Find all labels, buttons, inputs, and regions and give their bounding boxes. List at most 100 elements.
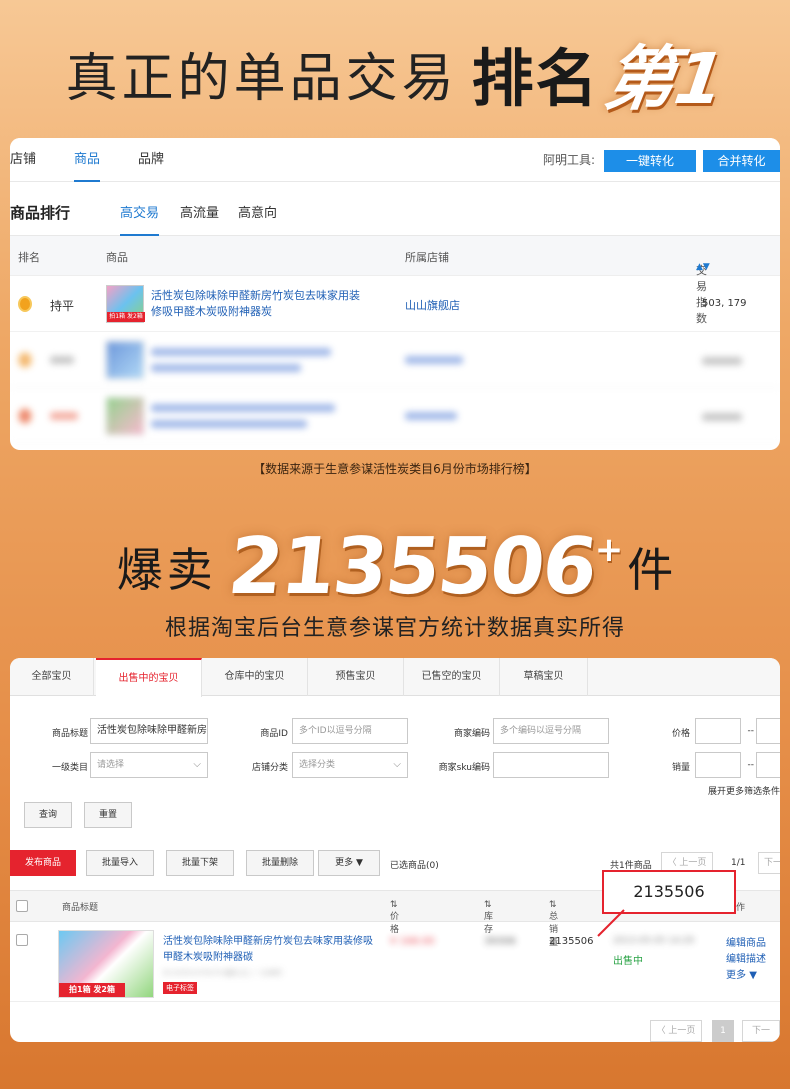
- nav-tab-brand[interactable]: 品牌: [138, 138, 164, 182]
- title-input[interactable]: 活性炭包除味除甲醛新房: [90, 718, 208, 744]
- more-actions-button[interactable]: 更多 ▼: [318, 850, 380, 876]
- label-sku: 商家sku编码: [438, 763, 490, 773]
- blurred-text: [405, 356, 463, 364]
- more-link-label: 更多: [726, 970, 746, 981]
- label-shop-category: 店铺分类: [251, 763, 288, 773]
- blurred-text: [151, 364, 301, 372]
- publish-product-button[interactable]: 发布商品: [10, 850, 76, 876]
- code-input[interactable]: 多个编码以逗号分隔: [493, 718, 609, 744]
- ranking-row-blurred: [10, 332, 780, 388]
- page-indicator: 1/1: [731, 858, 746, 868]
- nav-tab-product[interactable]: 商品: [74, 138, 101, 182]
- row-checkbox[interactable]: [16, 934, 28, 946]
- bottom-next-page-button[interactable]: 下一: [742, 1020, 780, 1042]
- item-total-sales: 2135506: [549, 936, 594, 947]
- col-rank: 排名: [18, 251, 40, 264]
- edit-description-link[interactable]: 编辑描述: [726, 950, 766, 965]
- one-click-convert-button[interactable]: 一键转化: [604, 150, 696, 172]
- medal-icon: [18, 296, 32, 312]
- current-page-button[interactable]: 1: [712, 1020, 734, 1042]
- range-separator: --: [747, 726, 755, 736]
- select-all-checkbox[interactable]: [16, 900, 28, 912]
- bottom-prev-page-button[interactable]: 〈 上一页: [650, 1020, 702, 1042]
- headline-main: 真正的单品交易: [65, 48, 458, 109]
- batch-import-button[interactable]: 批量导入: [86, 850, 154, 876]
- thumb-badge: 拍1箱 发2箱: [107, 312, 145, 322]
- tab-all-items[interactable]: 全部宝贝: [10, 658, 94, 696]
- blurred-text: [50, 356, 74, 364]
- sales-subtitle: 根据淘宝后台生意参谋官方统计数据真实所得: [164, 616, 625, 641]
- item-row: 拍1箱 发2箱 活性炭包除味除甲醛新房竹炭包去味家用装修吸甲醛木炭吸附神器碳 I…: [10, 922, 780, 1002]
- blurred-text: [151, 420, 307, 428]
- tab-presale[interactable]: 预售宝贝: [308, 658, 404, 696]
- headline-rank: 排名: [471, 42, 600, 115]
- query-button[interactable]: 查询: [24, 802, 72, 828]
- next-page-button[interactable]: 下一: [758, 852, 780, 874]
- tab-sold-out[interactable]: 已售空的宝贝: [404, 658, 500, 696]
- sales-min-input[interactable]: [695, 752, 741, 778]
- subtab-high-traffic[interactable]: 高流量: [180, 202, 219, 236]
- item-id: ID:20351479279 编码:无 | 一主单时: [163, 969, 283, 977]
- label-sales: 销量: [671, 763, 690, 773]
- headline-first: 第1: [599, 37, 730, 120]
- seller-center-card: 全部宝贝 出售中的宝贝 仓库中的宝贝 预售宝贝 已售空的宝贝 草稿宝贝 商品标题…: [10, 658, 780, 1042]
- ranking-row-blurred: [10, 388, 780, 444]
- ranking-table-header: 排名 商品 所属店铺 交易指数 ▲▼: [10, 236, 780, 325]
- nav-tab-shop[interactable]: 店铺: [10, 138, 36, 182]
- category-select[interactable]: 请选择 ⌵: [90, 752, 208, 778]
- item-thumbnail[interactable]: 拍1箱 发2箱: [58, 930, 154, 998]
- item-status: 出售中: [613, 956, 643, 967]
- section-title: 商品排行: [10, 204, 71, 222]
- reset-button[interactable]: 重置: [84, 802, 132, 828]
- blurred-thumbnail: [106, 397, 144, 435]
- more-link[interactable]: 更多 ▼: [726, 966, 757, 981]
- sales-prefix: 爆卖: [116, 543, 217, 597]
- subtab-high-intent[interactable]: 高意向: [238, 202, 277, 236]
- shop-name-link[interactable]: 山山旗舰店: [405, 297, 460, 313]
- ranking-row[interactable]: 持平 拍1箱 发2箱 活性炭包除味除甲醛新房竹炭包去味家用装修吸甲醛木炭吸附神器…: [10, 276, 780, 332]
- item-price: ¥ 168.00: [390, 936, 435, 947]
- sales-number: 2135506: [224, 522, 600, 612]
- col-title: 商品标题: [62, 903, 99, 913]
- ranking-card: 店铺 商品 品牌 阿明工具: 一键转化 合并转化 商品排行 高交易 高流量 高意…: [10, 138, 780, 450]
- item-title-link[interactable]: 活性炭包除味除甲醛新房竹炭包去味家用装修吸甲醛木炭吸附神器碳: [163, 934, 373, 966]
- sales-plus: +: [594, 530, 624, 570]
- label-title: 商品标题: [51, 729, 88, 739]
- edit-item-link[interactable]: 编辑商品: [726, 934, 766, 949]
- product-thumbnail[interactable]: 拍1箱 发2箱: [106, 285, 145, 323]
- chevron-down-icon: ⌵: [393, 759, 401, 770]
- blurred-text: [151, 404, 335, 412]
- label-price: 价格: [671, 729, 690, 739]
- tab-on-sale[interactable]: 出售中的宝贝: [96, 658, 202, 697]
- sales-suffix: 件: [627, 543, 674, 597]
- ranking-subhead: 商品排行 高交易 高流量 高意向: [10, 182, 780, 236]
- merge-convert-button[interactable]: 合并转化: [703, 150, 780, 172]
- medal-icon: [18, 408, 32, 424]
- e-tag-badge: 电子标签: [163, 982, 197, 994]
- tool-label: 阿明工具:: [543, 153, 596, 167]
- price-max-input[interactable]: [756, 718, 780, 744]
- tab-drafts[interactable]: 草稿宝贝: [500, 658, 588, 696]
- sales-max-input[interactable]: [756, 752, 780, 778]
- label-id: 商品ID: [260, 729, 288, 739]
- caret-down-icon: ▼: [355, 858, 363, 868]
- batch-delete-button[interactable]: 批量删除: [246, 850, 314, 876]
- shop-category-placeholder: 选择分类: [299, 760, 336, 770]
- shop-category-select[interactable]: 选择分类 ⌵: [292, 752, 408, 778]
- headline: 真正的单品交易 排名 第1: [0, 18, 790, 128]
- selected-count: 已选商品(0): [390, 861, 439, 871]
- tab-warehouse[interactable]: 仓库中的宝贝: [202, 658, 308, 696]
- batch-offshelf-button[interactable]: 批量下架: [166, 850, 234, 876]
- expand-filters-link[interactable]: 展开更多筛选条件: [708, 784, 780, 797]
- col-sales[interactable]: 总销量 ⇅: [549, 900, 558, 948]
- trade-index: 503, 179: [702, 298, 747, 309]
- subtab-high-trade[interactable]: 高交易: [120, 202, 160, 236]
- product-name-link[interactable]: 活性炭包除味除甲醛新房竹炭包去味家用装修吸甲醛木炭吸附神器炭: [151, 288, 361, 320]
- label-code: 商家编码: [453, 729, 490, 739]
- col-stock[interactable]: 库存 ⇅: [484, 900, 493, 935]
- price-min-input[interactable]: [695, 718, 741, 744]
- sku-input[interactable]: [493, 752, 609, 778]
- ranking-top-nav: 店铺 商品 品牌 阿明工具: 一键转化 合并转化: [10, 138, 780, 182]
- col-price[interactable]: 价格 ⇅: [390, 900, 399, 935]
- id-input[interactable]: 多个ID以逗号分隔: [292, 718, 408, 744]
